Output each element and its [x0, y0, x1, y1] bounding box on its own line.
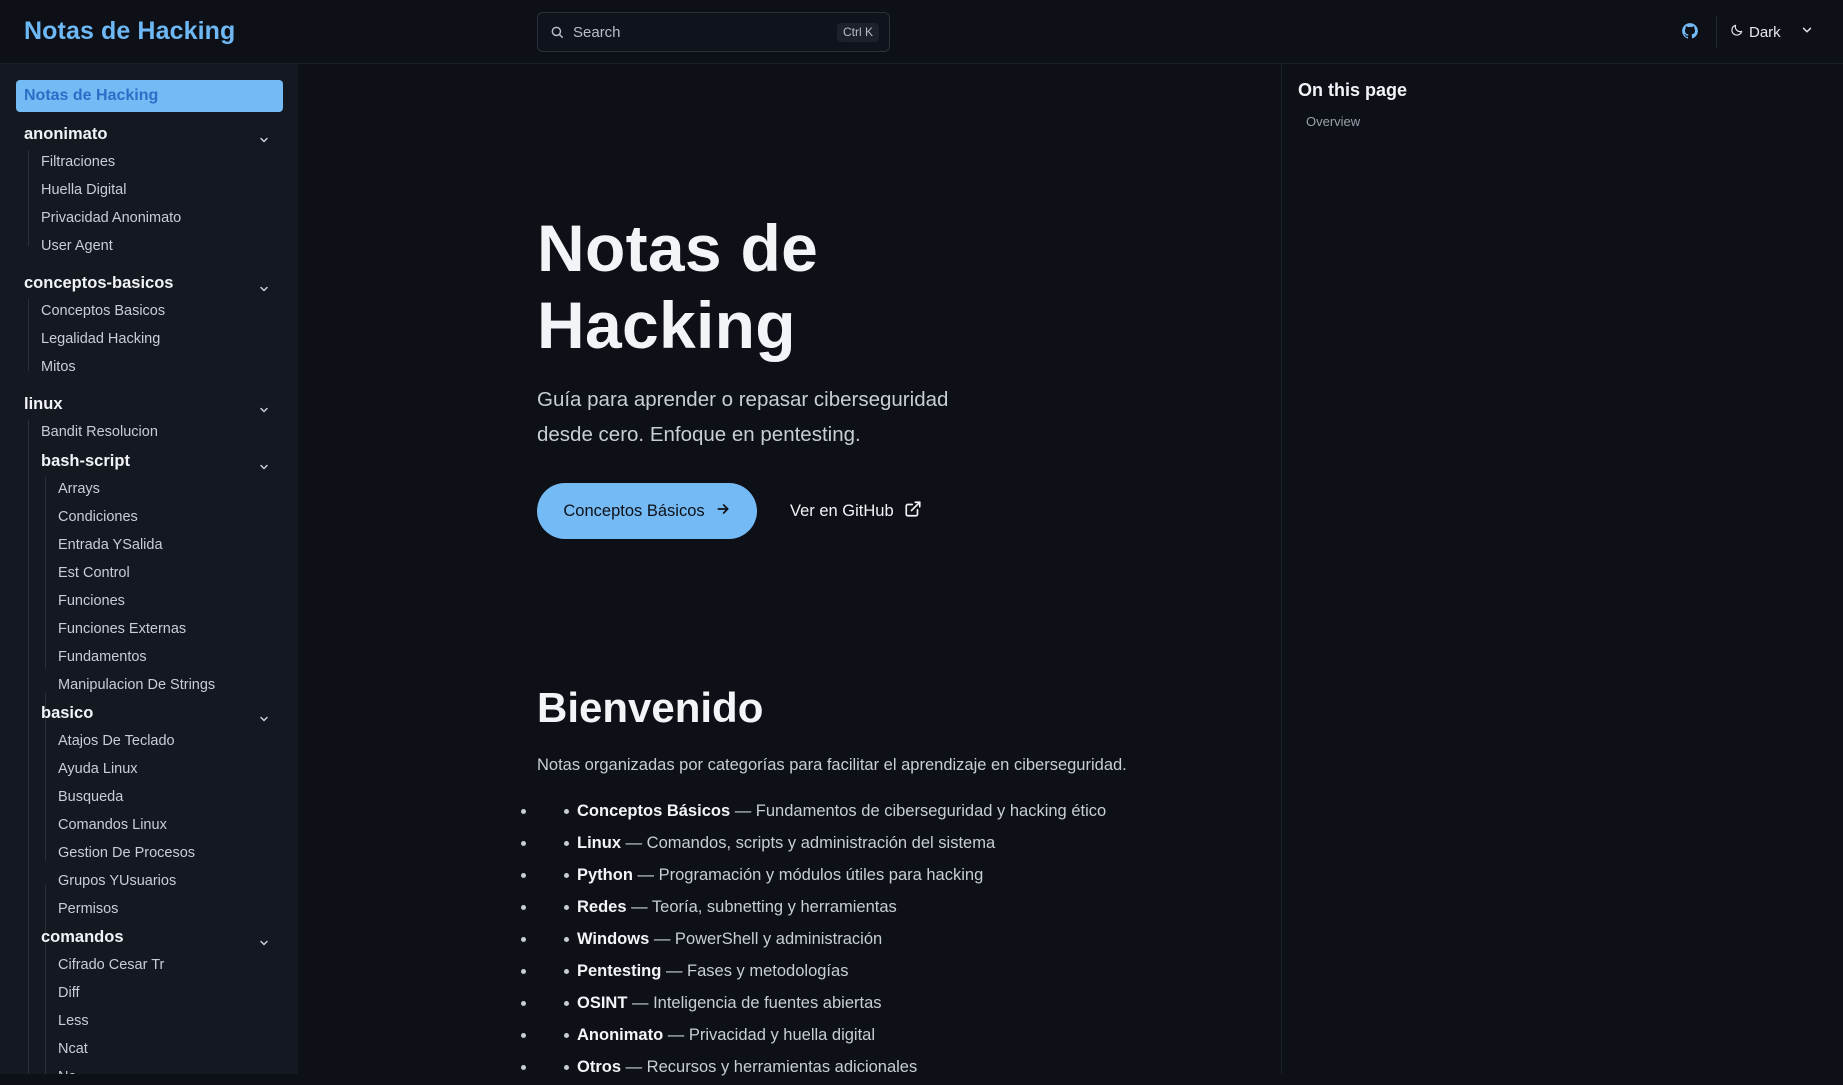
sidebar-group-label: bash-script	[41, 452, 130, 470]
sidebar-group-label: linux	[24, 395, 63, 413]
sidebar-item-grupos-yusuarios[interactable]: Grupos YUsuarios	[0, 869, 298, 893]
sidebar-item-condiciones[interactable]: Condiciones	[0, 505, 298, 529]
sidebar-item-nc[interactable]: Nc	[0, 1065, 298, 1074]
sidebar-group-label: comandos	[41, 928, 124, 946]
sidebar-item-busqueda[interactable]: Busqueda	[0, 785, 298, 809]
list-item-title: Otros	[577, 1058, 622, 1076]
sidebar-item-privacidad-anonimato[interactable]: Privacidad Anonimato	[0, 206, 298, 230]
sidebar-item-less[interactable]: Less	[0, 1009, 298, 1033]
sidebar-group-conceptos-basicos[interactable]: conceptos-basicos	[0, 271, 298, 295]
sidebar-item-fundamentos[interactable]: Fundamentos	[0, 645, 298, 669]
sidebar-item-diff[interactable]: Diff	[0, 981, 298, 1005]
list-item: Pentesting — Fases y metodologías	[537, 957, 1177, 989]
theme-toggle[interactable]: Dark	[1730, 20, 1781, 44]
sidebar-item-huella-digital[interactable]: Huella Digital	[0, 178, 298, 202]
list-item: Python — Programación y módulos útiles p…	[537, 861, 1177, 893]
moon-icon	[1730, 23, 1744, 41]
sidebar-group-label: basico	[41, 704, 94, 722]
sidebar-group-label: anonimato	[24, 125, 108, 143]
sidebar-item-comandos-linux[interactable]: Comandos Linux	[0, 813, 298, 837]
category-list: Conceptos Básicos — Fundamentos de ciber…	[537, 797, 1177, 1085]
section-intro: Notas organizadas por categorías para fa…	[537, 756, 1127, 774]
sidebar-item-atajos-de-teclado[interactable]: Atajos De Teclado	[0, 729, 298, 753]
navbar-divider	[1716, 16, 1717, 48]
list-item: Conceptos Básicos — Fundamentos de ciber…	[537, 797, 1177, 829]
list-item-desc: — Teoría, subnetting y herramientas	[626, 898, 897, 916]
sidebar-item-gestion-de-procesos[interactable]: Gestion De Procesos	[0, 841, 298, 865]
list-item-desc: — Programación y módulos útiles para hac…	[632, 866, 984, 884]
list-item-desc: — Fases y metodologías	[661, 962, 849, 980]
search-button[interactable]: Search Ctrl K	[537, 12, 890, 52]
list-item-title: Pentesting	[577, 962, 662, 980]
list-item-title: Windows	[577, 930, 650, 948]
list-item: OSINT — Inteligencia de fuentes abiertas	[537, 989, 1177, 1021]
sidebar-item-filtraciones[interactable]: Filtraciones	[0, 150, 298, 174]
list-item-title: Redes	[577, 898, 627, 916]
toc-link-overview[interactable]: Overview	[1306, 114, 1360, 129]
list-item-title: OSINT	[577, 994, 628, 1012]
cta-label: Conceptos Básicos	[563, 501, 705, 520]
conceptos-basicos-button[interactable]: Conceptos Básicos	[537, 483, 757, 539]
list-item-title: Linux	[577, 834, 621, 852]
sidebar-item-est-control[interactable]: Est Control	[0, 561, 298, 585]
section-heading-bienvenido: Bienvenido	[537, 684, 764, 731]
sidebar: Notas de Hacking anonimato Filtraciones …	[0, 64, 298, 1074]
list-item: Anonimato — Privacidad y huella digital	[537, 1021, 1177, 1053]
list-item: Otros — Recursos y herramientas adiciona…	[537, 1053, 1177, 1085]
sidebar-item-mitos[interactable]: Mitos	[0, 355, 298, 379]
arrow-right-icon	[715, 501, 731, 522]
sidebar-group-basico[interactable]: basico	[0, 701, 298, 725]
sidebar-item-home-active[interactable]: Notas de Hacking	[16, 80, 283, 112]
search-icon	[550, 25, 564, 44]
sidebar-group-label: conceptos-basicos	[24, 274, 174, 292]
sidebar-item-ncat[interactable]: Ncat	[0, 1037, 298, 1061]
toc-divider	[1281, 64, 1282, 1074]
sidebar-item-permisos[interactable]: Permisos	[0, 897, 298, 921]
github-link-button[interactable]: Ver en GitHub	[790, 499, 922, 523]
sidebar-item-bandit-resolucion[interactable]: Bandit Resolucion	[0, 420, 298, 444]
list-item-desc: — Comandos, scripts y administración del…	[621, 834, 996, 852]
list-item-desc: — Recursos y herramientas adicionales	[621, 1058, 918, 1076]
list-item-title: Anonimato	[577, 1026, 664, 1044]
github-icon[interactable]	[1681, 22, 1701, 42]
sidebar-item-conceptos-basicos[interactable]: Conceptos Basicos	[0, 299, 298, 323]
toc-title: On this page	[1298, 80, 1408, 100]
sidebar-item-user-agent[interactable]: User Agent	[0, 234, 298, 258]
sidebar-item-arrays[interactable]: Arrays	[0, 477, 298, 501]
github-link-label: Ver en GitHub	[790, 501, 894, 520]
sidebar-item-ayuda-linux[interactable]: Ayuda Linux	[0, 757, 298, 781]
list-item: Linux — Comandos, scripts y administraci…	[537, 829, 1177, 861]
sidebar-item-cifrado-cesar-tr[interactable]: Cifrado Cesar Tr	[0, 953, 298, 977]
search-shortcut-badge: Ctrl K	[837, 23, 879, 42]
top-navbar: Notas de Hacking Search Ctrl K Dark	[0, 0, 1843, 64]
list-item-title: Conceptos Básicos	[577, 802, 731, 820]
sidebar-item-manipulacion-de-strings[interactable]: Manipulacion De Strings	[0, 673, 298, 697]
chevron-down-icon[interactable]	[1800, 23, 1814, 42]
external-link-icon	[904, 500, 922, 523]
theme-label: Dark	[1749, 23, 1781, 41]
list-item-desc: — Privacidad y huella digital	[663, 1026, 876, 1044]
sidebar-item-entrada-ysalida[interactable]: Entrada YSalida	[0, 533, 298, 557]
list-item-desc: — PowerShell y administración	[649, 930, 883, 948]
hero-title: Notas de Hacking	[537, 211, 819, 362]
sidebar-group-linux[interactable]: linux	[0, 392, 298, 416]
hero-subtitle: Guía para aprender o repasar ciberseguri…	[537, 388, 949, 446]
sidebar-group-comandos[interactable]: comandos	[0, 925, 298, 949]
sidebar-item-funciones-externas[interactable]: Funciones Externas	[0, 617, 298, 641]
sidebar-group-bash-script[interactable]: bash-script	[0, 449, 298, 473]
sidebar-item-legalidad-hacking[interactable]: Legalidad Hacking	[0, 327, 298, 351]
list-item-desc: — Inteligencia de fuentes abiertas	[627, 994, 882, 1012]
list-item: Windows — PowerShell y administración	[537, 925, 1177, 957]
sidebar-item-funciones[interactable]: Funciones	[0, 589, 298, 613]
sidebar-group-anonimato[interactable]: anonimato	[0, 122, 298, 146]
site-logo-link[interactable]: Notas de Hacking	[24, 17, 235, 46]
search-placeholder: Search	[573, 24, 621, 41]
list-item-desc: — Fundamentos de ciberseguridad y hackin…	[730, 802, 1107, 820]
list-item-title: Python	[577, 866, 633, 884]
list-item: Redes — Teoría, subnetting y herramienta…	[537, 893, 1177, 925]
